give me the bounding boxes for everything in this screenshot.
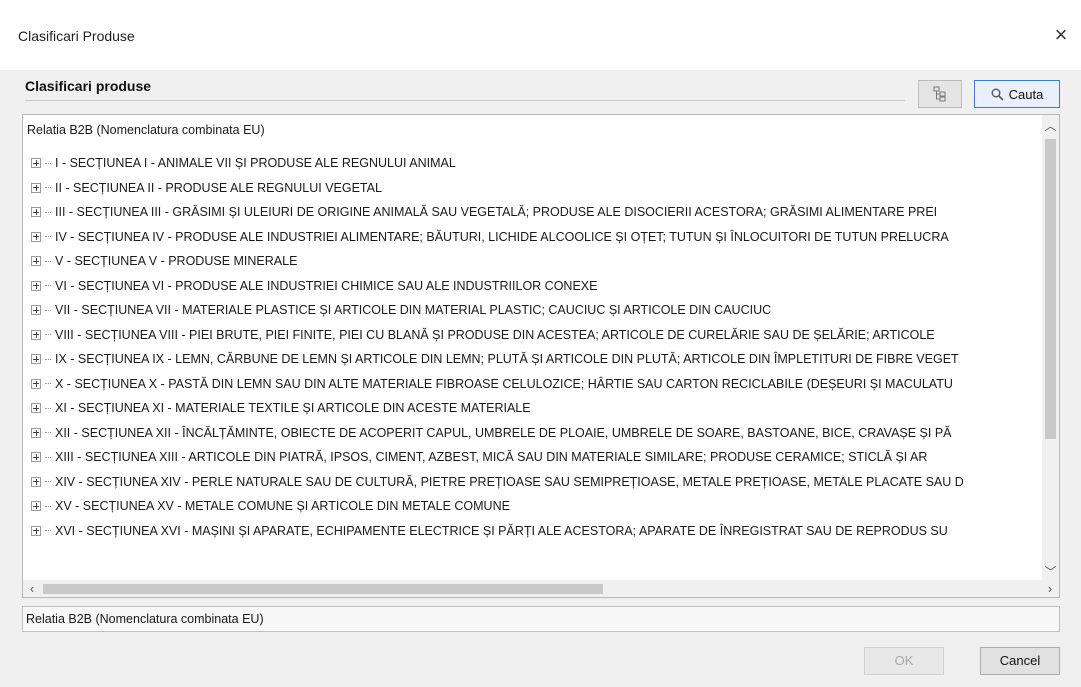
- panel-divider: [25, 100, 905, 101]
- tree-connector: [45, 187, 51, 189]
- expand-icon[interactable]: [31, 158, 41, 169]
- scroll-down-icon[interactable]: ﹀: [1042, 561, 1059, 581]
- tree-connector: [45, 236, 51, 238]
- tree-item[interactable]: X - SECȚIUNEA X - PASTĂ DIN LEMN SAU DIN…: [31, 372, 1049, 397]
- tree-item-label: XI - SECȚIUNEA XI - MATERIALE TEXTILE ȘI…: [55, 401, 531, 416]
- tree-connector: [45, 530, 51, 532]
- tree-item-label: IV - SECȚIUNEA IV - PRODUSE ALE INDUSTRI…: [55, 229, 949, 244]
- tree-root[interactable]: Relatia B2B (Nomenclatura combinata EU): [27, 123, 265, 137]
- tree-connector: [45, 358, 51, 360]
- expand-icon[interactable]: [31, 231, 41, 242]
- tree-item-label: XII - SECȚIUNEA XII - ÎNCĂLȚĂMINTE, OBIE…: [55, 425, 952, 440]
- tree-item[interactable]: XV - SECȚIUNEA XV - METALE COMUNE ȘI ART…: [31, 494, 1049, 519]
- horizontal-scroll-thumb[interactable]: [43, 584, 603, 594]
- scroll-right-icon[interactable]: ›: [1041, 580, 1059, 597]
- expand-icon[interactable]: [31, 305, 41, 316]
- expand-icon[interactable]: [31, 452, 41, 463]
- tree-item-label: V - SECȚIUNEA V - PRODUSE MINERALE: [55, 254, 298, 269]
- tree-item-label: X - SECȚIUNEA X - PASTĂ DIN LEMN SAU DIN…: [55, 376, 953, 391]
- tree-connector: [45, 260, 51, 262]
- tree-item-label: XVI - SECȚIUNEA XVI - MAȘINI ȘI APARATE,…: [55, 523, 948, 538]
- expand-icon[interactable]: [31, 207, 41, 218]
- expand-icon[interactable]: [31, 501, 41, 512]
- expand-icon[interactable]: [31, 378, 41, 389]
- search-icon: [991, 88, 1004, 101]
- vertical-scrollbar[interactable]: ︿ ﹀: [1042, 115, 1059, 581]
- expand-icon[interactable]: [31, 427, 41, 438]
- ok-button[interactable]: OK: [864, 647, 944, 675]
- tree-connector: [45, 162, 51, 164]
- tree-item-label: XIV - SECȚIUNEA XIV - PERLE NATURALE SAU…: [55, 474, 964, 489]
- title-bar: Clasificari Produse ×: [0, 0, 1081, 70]
- tree-item-label: I - SECȚIUNEA I - ANIMALE VII ȘI PRODUSE…: [55, 156, 456, 171]
- tree-item[interactable]: XVI - SECȚIUNEA XVI - MAȘINI ȘI APARATE,…: [31, 519, 1049, 544]
- tree-item[interactable]: I - SECȚIUNEA I - ANIMALE VII ȘI PRODUSE…: [31, 151, 1049, 176]
- tree-item[interactable]: IV - SECȚIUNEA IV - PRODUSE ALE INDUSTRI…: [31, 225, 1049, 250]
- expand-icon[interactable]: [31, 403, 41, 414]
- expand-icon[interactable]: [31, 476, 41, 487]
- tree-view-button[interactable]: [918, 80, 962, 108]
- tree-item[interactable]: VII - SECȚIUNEA VII - MATERIALE PLASTICE…: [31, 298, 1049, 323]
- close-button[interactable]: ×: [1041, 18, 1081, 52]
- tree-connector: [45, 432, 51, 434]
- expand-icon[interactable]: [31, 329, 41, 340]
- panel-title: Clasificari produse: [25, 78, 152, 94]
- vertical-scroll-thumb[interactable]: [1045, 139, 1056, 439]
- scroll-left-icon[interactable]: ‹: [23, 580, 41, 597]
- tree-item-label: III - SECȚIUNEA III - GRĂSIMI ȘI ULEIURI…: [55, 205, 938, 220]
- tree-connector: [45, 407, 51, 409]
- tree-item-label: VIII - SECȚIUNEA VIII - PIEI BRUTE, PIEI…: [55, 327, 935, 342]
- tree-item[interactable]: VI - SECȚIUNEA VI - PRODUSE ALE INDUSTRI…: [31, 274, 1049, 299]
- search-button[interactable]: Cauta: [974, 80, 1060, 108]
- tree-item-label: XV - SECȚIUNEA XV - METALE COMUNE ȘI ART…: [55, 499, 510, 514]
- tree-connector: [45, 309, 51, 311]
- tree-connector: [45, 505, 51, 507]
- tree-connector: [45, 383, 51, 385]
- tree-item-label: II - SECȚIUNEA II - PRODUSE ALE REGNULUI…: [55, 180, 382, 195]
- expand-icon[interactable]: [31, 182, 41, 193]
- scroll-up-icon[interactable]: ︿: [1042, 115, 1059, 135]
- tree-connector: [45, 211, 51, 213]
- tree-connector: [45, 334, 51, 336]
- tree-item[interactable]: III - SECȚIUNEA III - GRĂSIMI ȘI ULEIURI…: [31, 200, 1049, 225]
- classification-tree[interactable]: Relatia B2B (Nomenclatura combinata EU) …: [22, 114, 1060, 598]
- tree-item-label: VI - SECȚIUNEA VI - PRODUSE ALE INDUSTRI…: [55, 278, 598, 293]
- expand-icon[interactable]: [31, 525, 41, 536]
- expand-icon[interactable]: [31, 256, 41, 267]
- tree-item[interactable]: XIII - SECȚIUNEA XIII - ARTICOLE DIN PIA…: [31, 445, 1049, 470]
- selection-status: Relatia B2B (Nomenclatura combinata EU): [22, 606, 1060, 632]
- tree-item-label: VII - SECȚIUNEA VII - MATERIALE PLASTICE…: [55, 303, 772, 318]
- tree-item[interactable]: XII - SECȚIUNEA XII - ÎNCĂLȚĂMINTE, OBIE…: [31, 421, 1049, 446]
- tree-item[interactable]: II - SECȚIUNEA II - PRODUSE ALE REGNULUI…: [31, 176, 1049, 201]
- search-button-label: Cauta: [1008, 86, 1044, 102]
- hierarchy-icon: [933, 86, 946, 102]
- tree-item-label: XIII - SECȚIUNEA XIII - ARTICOLE DIN PIA…: [55, 450, 928, 465]
- cancel-button[interactable]: Cancel: [980, 647, 1060, 675]
- tree-item[interactable]: XIV - SECȚIUNEA XIV - PERLE NATURALE SAU…: [31, 470, 1049, 495]
- tree-connector: [45, 456, 51, 458]
- tree-item-label: IX - SECȚIUNEA IX - LEMN, CĂRBUNE DE LEM…: [55, 352, 959, 367]
- tree-item[interactable]: IX - SECȚIUNEA IX - LEMN, CĂRBUNE DE LEM…: [31, 347, 1049, 372]
- tree-connector: [45, 481, 51, 483]
- tree-item[interactable]: V - SECȚIUNEA V - PRODUSE MINERALE: [31, 249, 1049, 274]
- window-title: Clasificari Produse: [18, 28, 135, 44]
- expand-icon[interactable]: [31, 280, 41, 291]
- tree-item[interactable]: XI - SECȚIUNEA XI - MATERIALE TEXTILE ȘI…: [31, 396, 1049, 421]
- tree-connector: [45, 285, 51, 287]
- horizontal-scrollbar[interactable]: ‹ ›: [23, 580, 1059, 597]
- tree-items: I - SECȚIUNEA I - ANIMALE VII ȘI PRODUSE…: [31, 151, 1049, 573]
- expand-icon[interactable]: [31, 354, 41, 365]
- tree-item[interactable]: VIII - SECȚIUNEA VIII - PIEI BRUTE, PIEI…: [31, 323, 1049, 348]
